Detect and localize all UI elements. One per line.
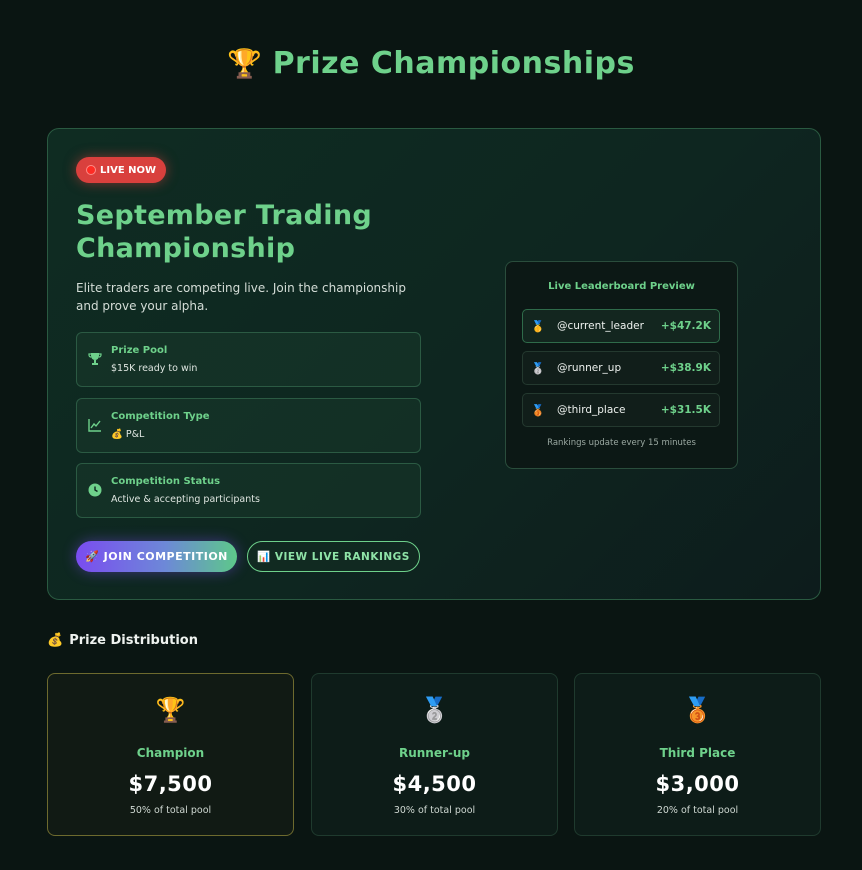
prize-distribution-heading: 💰 Prize Distribution: [47, 633, 198, 648]
prize-amount: $3,000: [655, 772, 740, 796]
prize-place: Third Place: [659, 746, 736, 760]
prize-card-runner-up: 🥈 Runner-up $4,500 30% of total pool: [311, 673, 558, 836]
leaderboard-title: Live Leaderboard Preview: [548, 281, 695, 292]
trophy-icon: 🏆: [227, 47, 263, 80]
info-card-value: Active & accepting participants: [111, 494, 260, 505]
prize-share: 20% of total pool: [656, 805, 739, 816]
prize-amount: $4,500: [392, 772, 477, 796]
info-card-label: Competition Status: [111, 476, 221, 487]
prize-place: Runner-up: [398, 746, 471, 760]
leaderboard-username: @runner_up: [557, 362, 622, 374]
bronze-medal-icon: 🥉: [682, 696, 713, 724]
leaderboard-row[interactable]: 🥉 @third_place +$31.5K: [522, 393, 720, 427]
prize-card-champion: 🏆 Champion $7,500 50% of total pool: [47, 673, 294, 836]
leaderboard-row[interactable]: 🥇 @current_leader +$47.2K: [522, 309, 720, 343]
prize-share: 50% of total pool: [129, 805, 212, 816]
line-chart-icon: [88, 419, 101, 432]
page-title-text: Prize Championships: [272, 46, 635, 81]
championship-card: LIVE NOW September Trading Championship …: [47, 128, 821, 600]
clock-icon: [88, 483, 102, 497]
info-card-prize-pool: Prize Pool $15K ready to win: [76, 332, 421, 387]
info-card-label: Prize Pool: [111, 345, 168, 356]
info-card-value: $15K ready to win: [111, 363, 198, 374]
info-card-label: Competition Type: [111, 411, 210, 422]
silver-medal-icon: 🥈: [419, 696, 450, 724]
money-bag-icon: 💰: [47, 633, 64, 648]
championship-title: September Trading Championship: [76, 200, 373, 264]
prize-card-third-place: 🥉 Third Place $3,000 20% of total pool: [574, 673, 821, 836]
leaderboard-preview: Live Leaderboard Preview 🥇 @current_lead…: [505, 261, 738, 469]
leaderboard-update-note: Rankings update every 15 minutes: [547, 438, 696, 448]
view-live-rankings-button[interactable]: 📊 VIEW LIVE RANKINGS: [247, 541, 420, 572]
championship-description: Elite traders are competing live. Join t…: [76, 281, 406, 313]
join-competition-button[interactable]: 🚀 JOIN COMPETITION: [76, 541, 237, 572]
gold-medal-icon: 🥇: [531, 319, 545, 333]
prize-place: Champion: [136, 746, 205, 760]
info-card-competition-status: Competition Status Active & accepting pa…: [76, 463, 421, 518]
prize-distribution-title: Prize Distribution: [69, 633, 198, 648]
leaderboard-row[interactable]: 🥈 @runner_up +$38.9K: [522, 351, 720, 385]
leaderboard-username: @third_place: [557, 404, 626, 416]
live-badge: LIVE NOW: [76, 157, 167, 183]
trophy-icon: [88, 353, 102, 365]
page-title: 🏆 Prize Championships: [0, 46, 862, 81]
leaderboard-pnl: +$47.2K: [660, 320, 711, 332]
silver-medal-icon: 🥈: [531, 361, 545, 375]
live-dot-icon: [86, 165, 96, 175]
leaderboard-username: @current_leader: [557, 320, 644, 332]
leaderboard-pnl: +$38.9K: [660, 362, 711, 374]
prize-share: 30% of total pool: [393, 805, 476, 816]
info-card-value: 💰 P&L: [111, 429, 145, 440]
info-card-competition-type: Competition Type 💰 P&L: [76, 398, 421, 453]
bronze-medal-icon: 🥉: [531, 403, 545, 417]
live-badge-label: LIVE NOW: [100, 164, 157, 176]
leaderboard-pnl: +$31.5K: [660, 404, 711, 416]
prize-amount: $7,500: [128, 772, 213, 796]
trophy-icon: 🏆: [155, 696, 186, 724]
